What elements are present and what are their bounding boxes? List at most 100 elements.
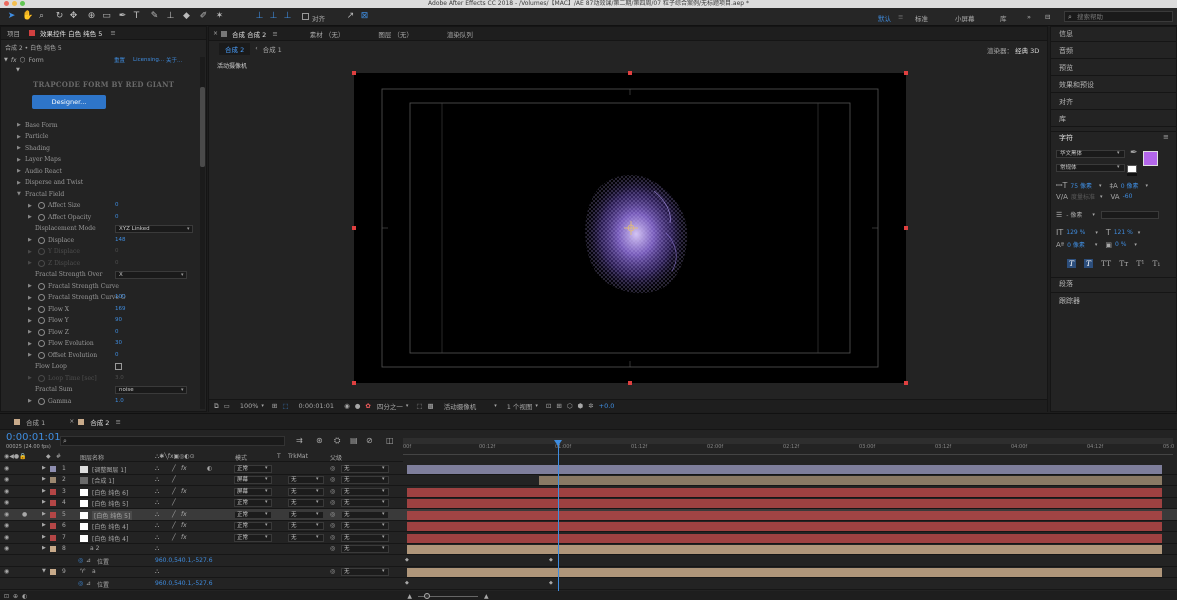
graph-icon[interactable]: ⊿ [86, 557, 91, 564]
collapse-icon[interactable]: ▼ [4, 57, 8, 63]
zoom-tool-icon[interactable]: ⌕ [36, 11, 47, 22]
local-axis-icon[interactable]: ⊥ [254, 11, 265, 22]
parent-chevron-icon[interactable]: ▾ [382, 534, 385, 540]
shy-switch-icon[interactable]: ⛬ [155, 534, 159, 542]
toggle-switches-icon[interactable]: ⊡ [4, 593, 9, 600]
param-value[interactable]: 0 [115, 202, 119, 208]
playhead-handle-icon[interactable] [554, 440, 562, 446]
visibility-eye-icon[interactable]: ◉ [4, 465, 9, 472]
stopwatch-icon[interactable] [38, 248, 45, 255]
toggle-in-out-icon[interactable]: ◐ [22, 593, 27, 600]
tracker-panel-link[interactable]: 跟踪器 [1059, 296, 1080, 306]
param-value[interactable]: 3.0 [115, 375, 124, 381]
property-value[interactable]: 960.0,540.1,-527.6 [155, 557, 213, 564]
handle-top[interactable] [628, 71, 632, 75]
stopwatch-icon[interactable] [38, 305, 45, 313]
param-value[interactable]: 0 [115, 260, 119, 266]
layer-twirl-icon[interactable]: ▶ [42, 522, 46, 528]
stopwatch-icon[interactable] [38, 259, 45, 267]
tab-effect-controls[interactable]: 效果控件 白色 纯色 5 [38, 28, 108, 38]
twirl-right-icon[interactable]: ▶ [28, 295, 32, 301]
parent-chevron-icon[interactable]: ▾ [382, 511, 385, 517]
brush-tool-icon[interactable]: ✎ [149, 11, 160, 22]
layer-twirl-icon[interactable]: ▶ [42, 534, 46, 540]
toggle-pixel-aspect-icon[interactable]: ⊡ [546, 402, 551, 410]
comp-menu-icon[interactable]: ≡ [272, 30, 277, 38]
timeline-icon[interactable]: ⬡ [567, 402, 573, 410]
graph-editor-icon[interactable]: ◫ [386, 436, 394, 445]
table-row[interactable]: ◉ ▶ 2 [合成 1] ⛬ ╱ 屏幕 ▾ 无 ▾ ◎ 无 ▾ [0, 475, 1177, 486]
tab-project[interactable]: 项目 [1, 28, 26, 38]
shy-switch-icon[interactable]: ⛬ [155, 476, 159, 484]
adjustment-layer-icon[interactable]: ◐ [207, 465, 212, 472]
param-loop-time-sec[interactable]: ▶ Loop Time [sec] 3.0 [1, 373, 205, 385]
zoom-out-icon[interactable]: ▲ [407, 593, 412, 600]
motion-blur-icon[interactable]: ⊘ [366, 436, 373, 445]
visibility-eye-icon[interactable]: ◉ [4, 568, 9, 575]
parent-pickwhip-icon[interactable]: ◎ [330, 488, 335, 495]
layer-name[interactable]: a [92, 568, 96, 575]
keyframe-icon[interactable]: ◆ [549, 580, 553, 586]
trkmat-chevron-icon[interactable]: ▾ [316, 522, 319, 528]
quality-switch-icon[interactable]: ╱ [172, 499, 176, 506]
font-family-dropdown[interactable]: 华文黑体 [1056, 150, 1125, 158]
text-style-button-4[interactable]: T¹ [1136, 259, 1144, 268]
effect-group-fractal-field[interactable]: ▼ Fractal Field [1, 189, 205, 201]
param-value[interactable]: 148 [115, 237, 126, 243]
effect-switch-icon[interactable]: fx [181, 522, 187, 529]
param-flow-y[interactable]: ▶ Flow Y 90 [1, 316, 205, 328]
layer-name[interactable]: [白色 纯色 6] [92, 488, 128, 497]
param-affect-size[interactable]: ▶ Affect Size 0 [1, 201, 205, 213]
visibility-eye-icon[interactable]: ◉ [4, 499, 9, 506]
effect-switch-icon[interactable]: fx [181, 465, 187, 472]
layer-label-color[interactable] [50, 465, 56, 472]
parent-chevron-icon[interactable]: ▾ [382, 522, 385, 528]
comp-close-icon[interactable]: × [213, 30, 218, 37]
twirl-right-icon[interactable]: ▶ [28, 318, 32, 324]
font-size-value[interactable]: 75 像素 [1070, 181, 1092, 190]
param-flow-z[interactable]: ▶ Flow Z 0 [1, 327, 205, 339]
hand-tool-icon[interactable]: ✋ [22, 11, 33, 22]
zoom-window-button[interactable] [20, 1, 25, 6]
parent-pickwhip-icon[interactable]: ◎ [330, 476, 335, 483]
param-z-displace[interactable]: ▶ Z Displace 0 [1, 258, 205, 270]
layer-label-color[interactable] [50, 511, 56, 518]
pan-behind-tool-icon[interactable]: ⊕ [86, 11, 97, 22]
mask-visibility-icon[interactable]: ⬚ [282, 402, 288, 410]
kerning-value[interactable]: 度量标准 [1071, 192, 1095, 201]
twirl-right-icon[interactable]: ▶ [17, 145, 21, 151]
transparency-grid-icon[interactable]: ▩ [428, 402, 434, 410]
visibility-eye-icon[interactable]: ◉ [4, 511, 9, 518]
camera-layer-icon[interactable]: ♈ [80, 568, 85, 575]
text-style-button-0[interactable]: T [1067, 259, 1077, 268]
flow-loop-checkbox[interactable] [115, 363, 122, 370]
handle-left[interactable] [352, 226, 356, 230]
twirl-right-icon[interactable]: ▶ [17, 168, 21, 174]
snapshot-icon[interactable]: ◉ [344, 402, 350, 410]
shy-switch-icon[interactable]: ⛬ [155, 465, 159, 473]
zoom-dropdown[interactable]: 100% [240, 402, 259, 410]
right-panel-link-3[interactable]: 效果和预设 [1059, 80, 1094, 90]
scrollbar-thumb[interactable] [200, 87, 205, 167]
stopwatch-icon[interactable] [38, 351, 45, 359]
search-help-input[interactable] [1077, 12, 1171, 21]
param-displacement-mode[interactable]: Displacement Mode XYZ Linked ▾ [1, 224, 205, 236]
comp-mini-flowchart-icon[interactable]: ⇉ [296, 436, 303, 445]
shy-layers-icon[interactable]: ⛭ [334, 436, 340, 446]
trkmat-chevron-icon[interactable]: ▾ [316, 499, 319, 505]
camera-dropdown[interactable]: 活动摄像机 [444, 401, 477, 411]
visibility-eye-icon[interactable]: ◉ [4, 534, 9, 541]
param-value[interactable]: 30 [115, 340, 122, 346]
parent-chevron-icon[interactable]: ▾ [382, 476, 385, 482]
layer-label-color[interactable] [50, 523, 56, 529]
tracking-value[interactable]: -60 [1123, 193, 1133, 200]
effect-group-base-form[interactable]: ▶ Base Form [1, 120, 205, 132]
param-dropdown[interactable]: X [115, 271, 187, 279]
mode-chevron-icon[interactable]: ▾ [265, 499, 268, 505]
layer-label-color[interactable] [50, 477, 56, 483]
current-timecode[interactable]: 0:00:01:01 [6, 432, 61, 443]
toggle-modes-icon[interactable]: ⊕ [13, 593, 18, 600]
workspace-library[interactable]: 库 [1000, 13, 1007, 23]
layer-search-input[interactable]: ⌕ [60, 436, 285, 446]
layer-duration-bar[interactable] [407, 499, 1162, 508]
